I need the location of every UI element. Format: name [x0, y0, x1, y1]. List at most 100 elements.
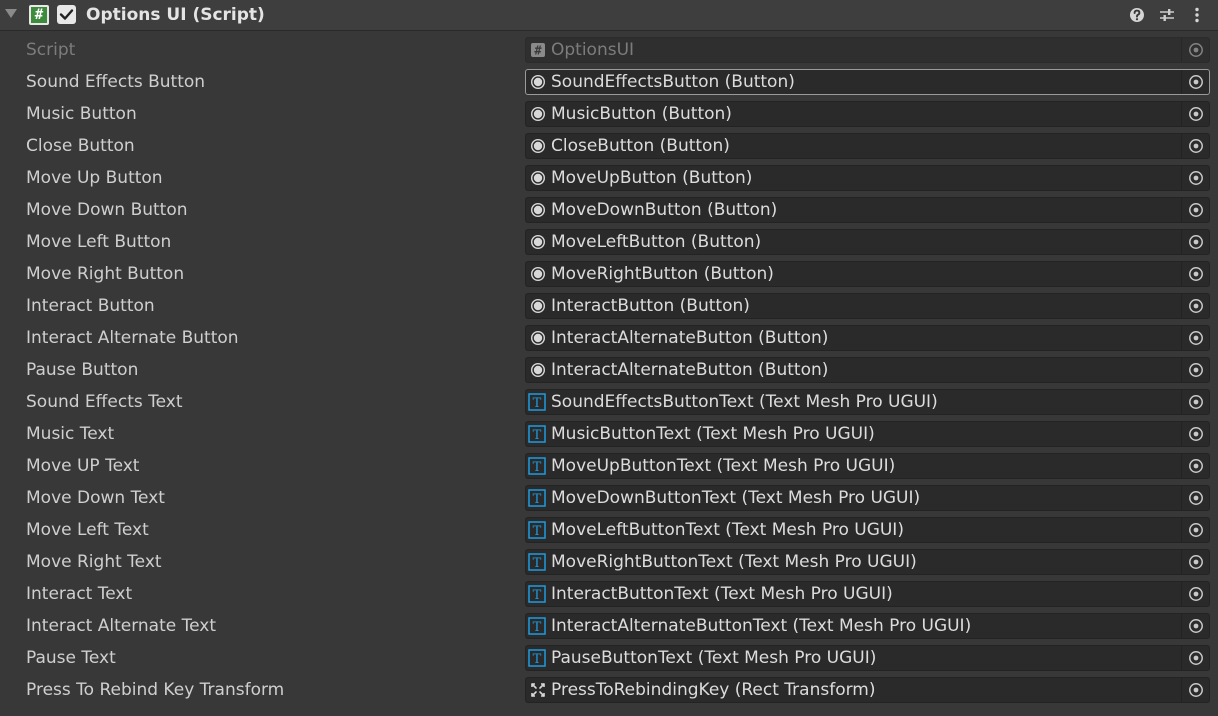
object-reference-field[interactable]: MoveRightButton (Button) [525, 261, 1210, 287]
object-picker-icon[interactable] [1181, 614, 1209, 638]
button-icon [530, 138, 546, 154]
property-label: Move Up Button [26, 168, 163, 188]
object-reference-field[interactable]: MoveDownButton (Button) [525, 197, 1210, 223]
object-reference-value: MusicButton (Button) [551, 104, 732, 124]
object-picker-icon[interactable] [1181, 326, 1209, 350]
text-mesh-pro-icon: T [528, 457, 546, 475]
object-picker-icon[interactable] [1181, 230, 1209, 254]
object-reference-field[interactable]: T MoveUpButtonText (Text Mesh Pro UGUI) [525, 453, 1210, 479]
object-picker-icon[interactable] [1181, 550, 1209, 574]
component-header[interactable]: # Options UI (Script) [0, 0, 1218, 31]
button-icon [530, 170, 546, 186]
object-reference-field[interactable]: T MusicButtonText (Text Mesh Pro UGUI) [525, 421, 1210, 447]
component-title: Options UI (Script) [86, 5, 265, 25]
foldout-arrow-icon[interactable] [5, 9, 17, 18]
object-reference-value: PauseButtonText (Text Mesh Pro UGUI) [551, 648, 877, 668]
object-picker-icon[interactable] [1181, 358, 1209, 382]
svg-text:T: T [533, 588, 542, 603]
object-picker-icon[interactable] [1181, 390, 1209, 414]
object-reference-field[interactable]: SoundEffectsButton (Button) [525, 69, 1210, 95]
object-reference-value: InteractAlternateButtonText (Text Mesh P… [551, 616, 972, 636]
object-picker-icon[interactable] [1181, 454, 1209, 478]
property-label: Close Button [26, 136, 135, 156]
object-reference-field[interactable]: T InteractButtonText (Text Mesh Pro UGUI) [525, 581, 1210, 607]
options-ui-inspector: # Options UI (Script) Script # OptionsUI… [0, 0, 1218, 716]
help-icon[interactable] [1127, 5, 1147, 25]
property-row: Move Left Button MoveLeftButton (Button) [0, 226, 1218, 258]
object-reference-field[interactable]: MusicButton (Button) [525, 101, 1210, 127]
object-reference-field[interactable]: CloseButton (Button) [525, 133, 1210, 159]
text-mesh-pro-icon: T [528, 521, 546, 539]
property-row: Music Button MusicButton (Button) [0, 98, 1218, 130]
button-icon [530, 234, 546, 250]
object-picker-icon [1181, 38, 1209, 62]
object-picker-icon[interactable] [1181, 198, 1209, 222]
property-row: Close Button CloseButton (Button) [0, 130, 1218, 162]
object-reference-field: # OptionsUI [525, 37, 1210, 63]
object-reference-value: PressToRebindingKey (Rect Transform) [551, 680, 876, 700]
property-label: Music Text [26, 424, 115, 444]
property-label: Move Right Button [26, 264, 185, 284]
property-row: Music Text T MusicButtonText (Text Mesh Pr… [0, 418, 1218, 450]
object-picker-icon[interactable] [1181, 518, 1209, 542]
object-reference-value: MoveUpButton (Button) [551, 168, 753, 188]
object-reference-value: OptionsUI [551, 40, 635, 60]
object-reference-field[interactable]: MoveLeftButton (Button) [525, 229, 1210, 255]
object-reference-field[interactable]: T MoveDownButtonText (Text Mesh Pro UGUI) [525, 485, 1210, 511]
property-row: Move Left Text T MoveLeftButtonText (Text … [0, 514, 1218, 546]
property-row: Move Right Button MoveRightButton (Button… [0, 258, 1218, 290]
object-reference-field[interactable]: T MoveLeftButtonText (Text Mesh Pro UGUI) [525, 517, 1210, 543]
text-mesh-pro-icon: T [528, 649, 546, 667]
object-reference-field[interactable]: MoveUpButton (Button) [525, 165, 1210, 191]
object-reference-field[interactable]: InteractAlternateButton (Button) [525, 325, 1210, 351]
object-reference-field[interactable]: T PauseButtonText (Text Mesh Pro UGUI) [525, 645, 1210, 671]
property-label: Press To Rebind Key Transform [26, 680, 285, 700]
text-mesh-pro-icon: T [528, 585, 546, 603]
object-reference-value: CloseButton (Button) [551, 136, 730, 156]
object-reference-value: MoveRightButton (Button) [551, 264, 774, 284]
button-icon [530, 106, 546, 122]
object-picker-icon[interactable] [1181, 678, 1209, 702]
svg-text:T: T [533, 652, 542, 667]
object-picker-icon[interactable] [1181, 166, 1209, 190]
object-picker-icon[interactable] [1181, 262, 1209, 286]
property-label: Interact Alternate Text [26, 616, 217, 636]
object-reference-field[interactable]: InteractAlternateButton (Button) [525, 357, 1210, 383]
object-picker-icon[interactable] [1181, 582, 1209, 606]
object-reference-value: MoveRightButtonText (Text Mesh Pro UGUI) [551, 552, 917, 572]
property-row: Move Down Button MoveDownButton (Button) [0, 194, 1218, 226]
object-reference-field[interactable]: T SoundEffectsButtonText (Text Mesh Pro U… [525, 389, 1210, 415]
property-label: Interact Button [26, 296, 155, 316]
svg-text:T: T [533, 524, 542, 539]
object-reference-field[interactable]: T InteractAlternateButtonText (Text Mesh … [525, 613, 1210, 639]
preset-icon[interactable] [1157, 5, 1177, 25]
object-reference-value: MusicButtonText (Text Mesh Pro UGUI) [551, 424, 875, 444]
text-mesh-pro-icon: T [528, 553, 546, 571]
object-reference-field[interactable]: InteractButton (Button) [525, 293, 1210, 319]
svg-text:T: T [533, 492, 542, 507]
property-row: Script # OptionsUI [0, 34, 1218, 66]
object-picker-icon[interactable] [1181, 70, 1209, 94]
object-reference-field[interactable]: T MoveRightButtonText (Text Mesh Pro UGUI… [525, 549, 1210, 575]
property-row: Interact Alternate Text T InteractAlternat… [0, 610, 1218, 642]
object-picker-icon[interactable] [1181, 294, 1209, 318]
object-reference-value: MoveUpButtonText (Text Mesh Pro UGUI) [551, 456, 896, 476]
menu-icon[interactable] [1187, 5, 1207, 25]
component-enabled-checkbox[interactable] [57, 5, 76, 24]
object-picker-icon[interactable] [1181, 646, 1209, 670]
script-icon: # [530, 42, 546, 58]
object-picker-icon[interactable] [1181, 102, 1209, 126]
button-icon [530, 74, 546, 90]
property-row: Sound Effects Button SoundEffectsButton (… [0, 66, 1218, 98]
text-mesh-pro-icon: T [528, 489, 546, 507]
property-label: Move Down Button [26, 200, 188, 220]
text-mesh-pro-icon: T [528, 425, 546, 443]
object-picker-icon[interactable] [1181, 422, 1209, 446]
property-label: Move Left Button [26, 232, 172, 252]
property-row: Interact Text T InteractButtonText (Text M… [0, 578, 1218, 610]
object-picker-icon[interactable] [1181, 134, 1209, 158]
object-reference-field[interactable]: PressToRebindingKey (Rect Transform) [525, 677, 1210, 703]
property-row: Interact Alternate Button InteractAlterna… [0, 322, 1218, 354]
object-picker-icon[interactable] [1181, 486, 1209, 510]
property-row: Sound Effects Text T SoundEffectsButtonTex… [0, 386, 1218, 418]
